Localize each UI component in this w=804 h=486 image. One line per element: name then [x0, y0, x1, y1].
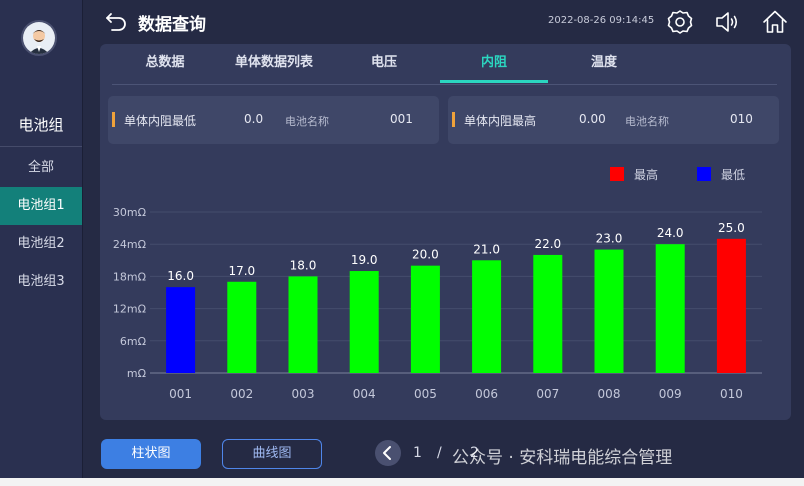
bar-value-label: 20.0 — [412, 248, 439, 262]
min-resistance-label: 单体内阻最低 — [124, 114, 197, 128]
pager-prev-button[interactable] — [375, 440, 401, 466]
tab-bar: 总数据 单体数据列表 电压 内阻 温度 — [112, 44, 777, 85]
header: 数据查询 2022-08-26 09:14:45 — [82, 0, 804, 44]
x-tick-label: 003 — [292, 387, 315, 401]
tab-total-data[interactable]: 总数据 — [132, 44, 198, 82]
tab-resistance[interactable]: 内阻 — [468, 44, 520, 82]
x-tick-label: 009 — [659, 387, 682, 401]
watermark-text: 公众号 · 安科瑞电能综合管理 — [452, 448, 673, 468]
x-tick-label: 001 — [169, 387, 192, 401]
min-resistance-card: 单体内阻最低 0.0 电池名称 001 — [108, 96, 439, 144]
max-battery-name-value: 010 — [730, 112, 753, 126]
bar-004[interactable] — [349, 271, 379, 373]
x-tick-label: 004 — [353, 387, 376, 401]
x-tick-label: 010 — [720, 387, 743, 401]
min-resistance-value: 0.0 — [244, 112, 264, 126]
sidebar-item-group1[interactable]: 电池组1 — [0, 187, 82, 225]
y-tick-label: 12mΩ — [113, 303, 146, 316]
bar-005[interactable] — [410, 265, 440, 373]
sidebar-divider — [0, 146, 82, 147]
bar-001[interactable] — [166, 287, 196, 373]
min-battery-name-label: 电池名称 — [285, 115, 329, 128]
resistance-bar-chart: mΩ 6mΩ 12mΩ 18mΩ 24mΩ 30mΩ 16.0 001 17.0 002 18.0 0… — [113, 206, 762, 401]
bar-value-label: 18.0 — [290, 258, 317, 272]
tab-voltage[interactable]: 电压 — [360, 44, 408, 82]
bar-008[interactable] — [594, 249, 624, 373]
bar-value-label: 16.0 — [167, 269, 194, 283]
max-battery-name-label: 电池名称 — [625, 115, 669, 128]
datetime: 2022-08-26 09:14:45 — [548, 15, 655, 26]
bar-value-label: 22.0 — [534, 237, 561, 251]
sidebar-item-group2[interactable]: 电池组2 — [0, 225, 82, 263]
tab-cell-list[interactable]: 单体数据列表 — [224, 44, 324, 82]
line-chart-button[interactable]: 曲线图 — [222, 439, 322, 469]
home-icon[interactable] — [762, 9, 788, 35]
page-title: 数据查询 — [138, 15, 206, 35]
bar-value-label: 23.0 — [596, 232, 623, 246]
sidebar-group-title: 电池组 — [18, 116, 64, 134]
max-resistance-card: 单体内阻最高 0.00 电池名称 010 — [448, 96, 779, 144]
bar-010[interactable] — [716, 238, 746, 373]
x-tick-label: 006 — [475, 387, 498, 401]
bar-value-label: 24.0 — [657, 226, 684, 240]
sidebar-item-group3[interactable]: 电池组3 — [0, 263, 82, 301]
bar-002[interactable] — [227, 281, 257, 373]
bar-003[interactable] — [288, 276, 318, 373]
max-card-accent — [452, 112, 455, 127]
pager-separator: / — [437, 445, 442, 461]
bar-009[interactable] — [655, 244, 685, 373]
y-tick-label: 24mΩ — [113, 238, 146, 251]
back-arrow-icon[interactable] — [104, 10, 128, 32]
x-tick-label: 002 — [230, 387, 253, 401]
bar-value-label: 21.0 — [473, 242, 500, 256]
x-tick-label: 005 — [414, 387, 437, 401]
bar-chart-button[interactable]: 柱状图 — [101, 439, 201, 469]
pager-current: 1 — [413, 445, 422, 461]
x-tick-label: 008 — [598, 387, 621, 401]
bar-value-label: 19.0 — [351, 253, 378, 267]
active-tab-indicator — [440, 80, 548, 83]
x-tick-label: 007 — [536, 387, 559, 401]
bar-value-label: 17.0 — [228, 264, 255, 278]
sidebar-item-all[interactable]: 全部 — [0, 149, 82, 187]
avatar-icon[interactable] — [21, 20, 57, 56]
chevron-left-icon — [383, 446, 391, 460]
min-battery-name-value: 001 — [390, 112, 413, 126]
bar-007[interactable] — [533, 254, 563, 373]
y-tick-label: 18mΩ — [113, 270, 146, 283]
speaker-icon[interactable] — [714, 9, 740, 35]
gear-icon[interactable] — [667, 9, 693, 35]
y-tick-label: mΩ — [127, 367, 146, 380]
min-card-accent — [112, 112, 115, 127]
sidebar: 电池组 全部 电池组1 电池组2 电池组3 — [0, 0, 83, 486]
bar-value-label: 25.0 — [718, 221, 745, 235]
bar-006[interactable] — [472, 260, 502, 373]
y-tick-label: 30mΩ — [113, 206, 146, 219]
y-tick-label: 6mΩ — [120, 335, 146, 348]
max-resistance-value: 0.00 — [579, 112, 606, 126]
bottom-strip — [0, 478, 804, 486]
max-resistance-label: 单体内阻最高 — [464, 114, 537, 128]
tab-temperature[interactable]: 温度 — [580, 44, 628, 82]
